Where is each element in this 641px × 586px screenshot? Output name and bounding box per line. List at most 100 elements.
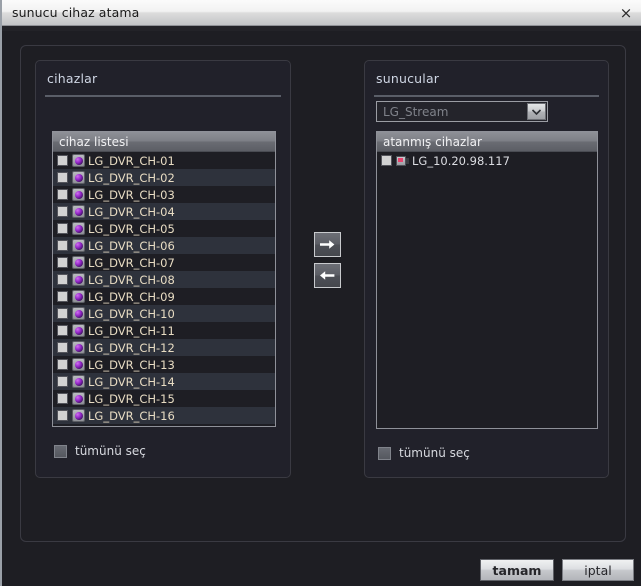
list-item-checkbox[interactable]: [57, 155, 68, 166]
list-item-label: LG_10.20.98.117: [412, 153, 510, 168]
devices-panel-divider: [45, 95, 281, 97]
unassign-button[interactable]: [314, 263, 341, 288]
list-item-checkbox[interactable]: [57, 240, 68, 251]
list-item[interactable]: LG_DVR_CH-07: [53, 254, 275, 271]
list-item-checkbox[interactable]: [57, 325, 68, 336]
list-item-checkbox[interactable]: [57, 308, 68, 319]
list-item-checkbox[interactable]: [57, 172, 68, 183]
assigned-device-list-body: LG_10.20.98.117: [377, 152, 597, 169]
camera-icon: [72, 307, 85, 320]
list-item[interactable]: LG_DVR_CH-01: [53, 152, 275, 169]
servers-panel-title: sunucular: [376, 71, 440, 86]
device-list-header: cihaz listesi: [53, 132, 275, 152]
servers-select-all[interactable]: tümünü seç: [378, 446, 470, 460]
list-item-checkbox[interactable]: [57, 342, 68, 353]
dialog-window: sunucu cihaz atama × cihazlar cihaz list…: [0, 0, 641, 586]
window-title: sunucu cihaz atama: [12, 5, 140, 20]
camera-icon: [72, 324, 85, 337]
camera-icon: [72, 375, 85, 388]
list-item[interactable]: LG_DVR_CH-03: [53, 186, 275, 203]
list-item-label: LG_DVR_CH-04: [88, 204, 175, 219]
devices-panel: cihazlar cihaz listesi LG_DVR_CH-01 LG_DV…: [35, 60, 291, 478]
camera-icon: [72, 273, 85, 286]
list-item[interactable]: LG_DVR_CH-08: [53, 271, 275, 288]
assigned-device-list[interactable]: atanmış cihazlar LG_10.20.98.117: [376, 131, 598, 429]
list-item-label: LG_DVR_CH-01: [88, 153, 175, 168]
assigned-device-list-header: atanmış cihazlar: [377, 132, 597, 152]
cancel-button[interactable]: iptal: [562, 559, 634, 581]
camera-icon: [72, 188, 85, 201]
list-item-label: LG_DVR_CH-16: [88, 408, 175, 423]
list-item-label: LG_DVR_CH-07: [88, 255, 175, 270]
list-item[interactable]: LG_DVR_CH-11: [53, 322, 275, 339]
devices-panel-title: cihazlar: [47, 71, 98, 86]
device-list[interactable]: cihaz listesi LG_DVR_CH-01 LG_DVR_CH-02 LG…: [52, 131, 276, 427]
list-item-label: LG_DVR_CH-13: [88, 357, 175, 372]
list-item-label: LG_DVR_CH-11: [88, 323, 175, 338]
list-item[interactable]: LG_DVR_CH-04: [53, 203, 275, 220]
list-item-label: LG_DVR_CH-12: [88, 340, 175, 355]
title-bar-shadow: [2, 26, 641, 31]
camera-icon: [72, 171, 85, 184]
list-item[interactable]: LG_DVR_CH-09: [53, 288, 275, 305]
camera-icon: [72, 205, 85, 218]
list-item[interactable]: LG_DVR_CH-05: [53, 220, 275, 237]
list-item-label: LG_DVR_CH-05: [88, 221, 175, 236]
arrow-right-icon: [320, 240, 335, 249]
list-item-checkbox[interactable]: [57, 410, 68, 421]
servers-panel-divider: [374, 95, 599, 97]
list-item[interactable]: LG_DVR_CH-14: [53, 373, 275, 390]
list-item-label: LG_DVR_CH-15: [88, 391, 175, 406]
list-item-checkbox[interactable]: [381, 155, 392, 166]
camera-icon: [72, 256, 85, 269]
device-list-body: LG_DVR_CH-01 LG_DVR_CH-02 LG_DVR_CH-03 LG_D…: [53, 152, 275, 424]
list-item[interactable]: LG_DVR_CH-06: [53, 237, 275, 254]
list-item-label: LG_DVR_CH-08: [88, 272, 175, 287]
list-item-checkbox[interactable]: [57, 257, 68, 268]
list-item[interactable]: LG_DVR_CH-02: [53, 169, 275, 186]
list-item[interactable]: LG_DVR_CH-15: [53, 390, 275, 407]
list-item[interactable]: LG_DVR_CH-10: [53, 305, 275, 322]
arrow-left-icon: [320, 271, 335, 280]
list-item-checkbox[interactable]: [57, 376, 68, 387]
list-item[interactable]: LG_10.20.98.117: [377, 152, 597, 169]
devices-select-all-checkbox[interactable]: [54, 444, 67, 458]
server-select-arrow-button[interactable]: [527, 103, 546, 120]
camera-icon: [72, 409, 85, 422]
list-item-label: LG_DVR_CH-14: [88, 374, 175, 389]
assign-button[interactable]: [314, 232, 341, 257]
ok-button[interactable]: tamam: [480, 559, 554, 581]
list-item-checkbox[interactable]: [57, 359, 68, 370]
devices-select-all[interactable]: tümünü seç: [54, 444, 146, 458]
list-item-checkbox[interactable]: [57, 189, 68, 200]
list-item-label: LG_DVR_CH-06: [88, 238, 175, 253]
servers-panel: sunucular LG_Stream atanmış cihazlar LG_…: [364, 60, 609, 478]
list-item-label: LG_DVR_CH-09: [88, 289, 175, 304]
list-item[interactable]: LG_DVR_CH-13: [53, 356, 275, 373]
camera-icon: [72, 239, 85, 252]
server-select-value: LG_Stream: [383, 104, 449, 119]
server-select[interactable]: LG_Stream: [376, 101, 548, 122]
camera-icon: [72, 154, 85, 167]
camera-icon: [72, 341, 85, 354]
dvr-icon: [396, 155, 409, 167]
servers-select-all-checkbox[interactable]: [378, 446, 391, 460]
list-item[interactable]: LG_DVR_CH-12: [53, 339, 275, 356]
list-item-checkbox[interactable]: [57, 223, 68, 234]
list-item-checkbox[interactable]: [57, 393, 68, 404]
list-item-label: LG_DVR_CH-10: [88, 306, 175, 321]
list-item[interactable]: LG_DVR_CH-16: [53, 407, 275, 424]
title-bar: sunucu cihaz atama ×: [2, 0, 641, 26]
list-item-checkbox[interactable]: [57, 291, 68, 302]
camera-icon: [72, 392, 85, 405]
servers-select-all-label: tümünü seç: [399, 446, 470, 460]
list-item-label: LG_DVR_CH-03: [88, 187, 175, 202]
close-icon[interactable]: ×: [615, 3, 637, 23]
camera-icon: [72, 358, 85, 371]
list-item-checkbox[interactable]: [57, 274, 68, 285]
camera-icon: [72, 222, 85, 235]
devices-select-all-label: tümünü seç: [75, 444, 146, 458]
list-item-label: LG_DVR_CH-02: [88, 170, 175, 185]
list-item-checkbox[interactable]: [57, 206, 68, 217]
camera-icon: [72, 290, 85, 303]
